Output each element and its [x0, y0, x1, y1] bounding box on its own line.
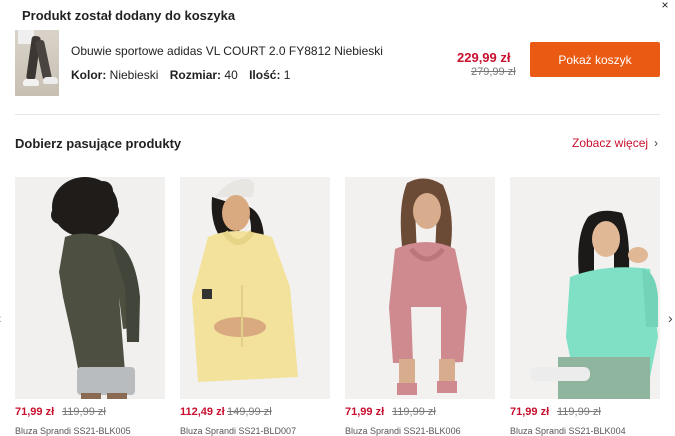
product-name[interactable]: Bluza Sprandi SS21-BLK005: [15, 426, 131, 436]
product-image[interactable]: [510, 177, 660, 399]
product-image[interactable]: [345, 177, 495, 399]
chevron-right-icon: ›: [654, 136, 659, 150]
divider: [15, 114, 660, 115]
see-more-link[interactable]: Zobacz więcej ›: [572, 136, 658, 150]
product-card[interactable]: 71,99 zł 119,99 zł Bluza Sprandi SS21-BL…: [345, 177, 495, 436]
carousel-next-icon[interactable]: ›: [668, 310, 673, 326]
color-label: Kolor:: [71, 68, 107, 82]
product-thumbnail[interactable]: [15, 30, 59, 96]
quantity-label: Ilość:: [249, 68, 281, 82]
product-name[interactable]: Bluza Sprandi SS21-BLK004: [510, 426, 626, 436]
product-price: 71,99 zł: [345, 406, 385, 418]
quantity-value: 1: [283, 68, 291, 82]
color-value: Niebieski: [109, 68, 159, 82]
size-value: 40: [224, 68, 238, 82]
old-price: 279,99 zł: [471, 66, 516, 78]
product-price: 71,99 zł: [510, 406, 550, 418]
current-price: 229,99 zł: [457, 50, 511, 65]
cart-item-row: Obuwie sportowe adidas VL COURT 2.0 FY88…: [15, 30, 663, 96]
see-more-label: Zobacz więcej: [572, 136, 649, 150]
product-image[interactable]: [15, 177, 165, 399]
recommendations-title: Dobierz pasujące produkty: [15, 136, 182, 151]
product-attributes: Kolor: Niebieski Rozmiar: 40 Ilość: 1: [71, 68, 298, 82]
added-to-cart-modal: × Produkt został dodany do koszyka Obuwi…: [0, 0, 675, 436]
product-name[interactable]: Bluza Sprandi SS21-BLK006: [345, 426, 461, 436]
product-name[interactable]: Bluza Sprandi SS21-BLD007: [180, 426, 296, 436]
product-old-price: 119,99 zł: [557, 406, 601, 418]
product-card[interactable]: 71,99 zł 119,99 zł Bluza Sprandi SS21-BL…: [15, 177, 165, 436]
product-card[interactable]: 71,99 zł 119,99 zł Bluza Sprandi SS21-BL…: [510, 177, 660, 436]
close-icon[interactable]: ×: [658, 0, 672, 12]
product-image[interactable]: [180, 177, 330, 399]
carousel-prev-icon[interactable]: ‹: [0, 310, 2, 326]
size-label: Rozmiar:: [169, 68, 222, 82]
product-name[interactable]: Obuwie sportowe adidas VL COURT 2.0 FY88…: [71, 44, 383, 58]
product-card[interactable]: 112,49 zł 149,99 zł Bluza Sprandi SS21-B…: [180, 177, 330, 436]
modal-title: Produkt został dodany do koszyka: [22, 8, 236, 23]
product-old-price: 119,99 zł: [392, 406, 436, 418]
product-price: 112,49 zł: [180, 406, 225, 418]
product-price: 71,99 zł: [15, 406, 55, 418]
show-cart-button[interactable]: Pokaż koszyk: [530, 42, 660, 77]
product-old-price: 119,99 zł: [62, 406, 106, 418]
product-old-price: 149,99 zł: [227, 406, 272, 418]
